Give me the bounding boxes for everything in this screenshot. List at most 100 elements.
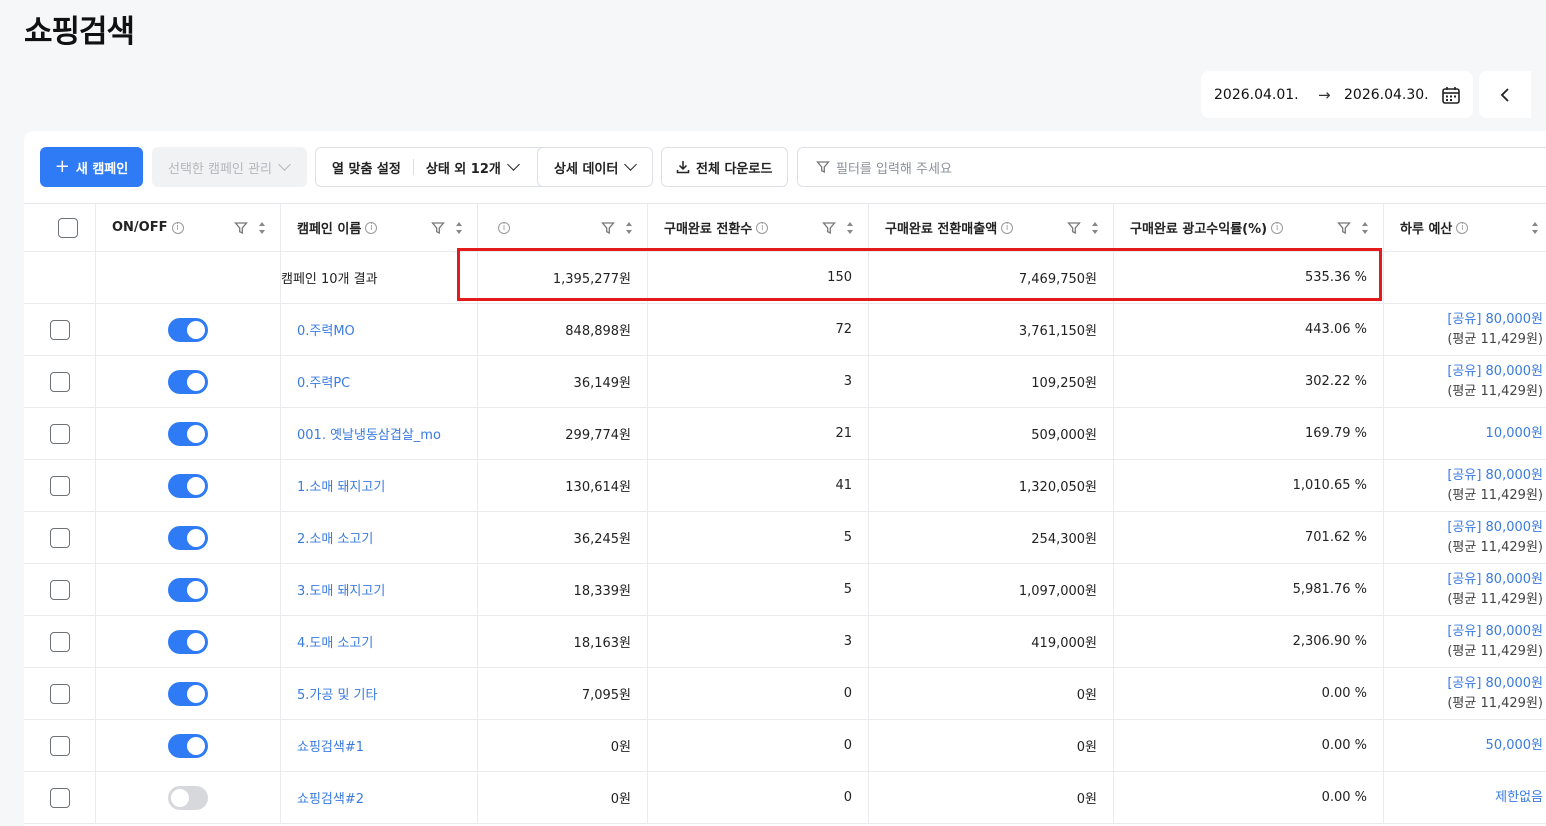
column-filter-icon[interactable] bbox=[1067, 221, 1081, 235]
date-range-picker[interactable]: 2026.04.01. → 2026.04.30. bbox=[1201, 71, 1473, 118]
row-budget-link[interactable]: [공유] 80,000원 bbox=[1447, 466, 1543, 486]
sort-icon[interactable] bbox=[846, 221, 854, 235]
campaign-name-link[interactable]: 1.소매 돼지고기 bbox=[297, 476, 385, 495]
row-checkbox[interactable] bbox=[49, 683, 70, 704]
sort-icon[interactable] bbox=[1361, 221, 1369, 235]
campaign-name-link[interactable]: 쇼핑검색#1 bbox=[297, 736, 364, 755]
row-budget-link[interactable]: 10,000원 bbox=[1486, 424, 1543, 444]
row-budget-link[interactable]: 50,000원 bbox=[1486, 736, 1543, 756]
row-name-cell: 0.주력PC bbox=[281, 356, 478, 407]
column-filter-icon[interactable] bbox=[1337, 221, 1351, 235]
info-icon[interactable]: i bbox=[1271, 221, 1284, 234]
row-checkbox[interactable] bbox=[49, 423, 70, 444]
campaign-name-link[interactable]: 쇼핑검색#2 bbox=[297, 788, 364, 807]
sort-icon[interactable] bbox=[625, 221, 633, 235]
sort-icon[interactable] bbox=[455, 221, 463, 235]
campaign-name-link[interactable]: 5.가공 및 기타 bbox=[297, 684, 377, 703]
campaign-panel: + 새 캠페인 선택한 캠페인 관리 열 맞춤 설정 상태 외 12개 상세 데이터… bbox=[24, 131, 1546, 826]
row-name-cell: 1.소매 돼지고기 bbox=[281, 460, 478, 511]
sort-icon[interactable] bbox=[1531, 221, 1539, 235]
row-checkbox[interactable] bbox=[49, 319, 70, 340]
download-all-button[interactable]: 전체 다운로드 bbox=[661, 147, 788, 187]
row-name-cell: 쇼핑검색#2 bbox=[281, 772, 478, 823]
row-checkbox[interactable] bbox=[49, 735, 70, 756]
column-filter-icon[interactable] bbox=[822, 221, 836, 235]
row-checkbox[interactable] bbox=[49, 475, 70, 496]
sort-icon[interactable] bbox=[1091, 221, 1099, 235]
campaign-toggle[interactable] bbox=[168, 525, 208, 550]
column-filter-icon[interactable] bbox=[234, 221, 248, 235]
row-budget-link[interactable]: [공유] 80,000원 bbox=[1447, 674, 1543, 694]
row-checkbox[interactable] bbox=[49, 371, 70, 392]
row-budget-link[interactable]: [공유] 80,000원 bbox=[1447, 310, 1543, 330]
sort-icon[interactable] bbox=[258, 221, 266, 235]
row-checkbox[interactable] bbox=[49, 527, 70, 548]
manage-selected-dropdown[interactable]: 선택한 캠페인 관리 bbox=[152, 147, 307, 187]
row-budget-link[interactable]: [공유] 80,000원 bbox=[1447, 362, 1543, 382]
info-icon[interactable]: i bbox=[756, 221, 769, 234]
filter-input[interactable]: 필터를 입력해 주세요 bbox=[797, 147, 1546, 187]
prev-period-button[interactable] bbox=[1479, 71, 1531, 118]
start-date[interactable]: 2026.04.01. bbox=[1214, 87, 1318, 103]
row-checkbox[interactable] bbox=[49, 787, 70, 808]
info-icon[interactable]: i bbox=[365, 221, 378, 234]
info-icon[interactable]: i bbox=[171, 221, 184, 234]
row-name-cell: 쇼핑검색#1 bbox=[281, 720, 478, 771]
header-cost[interactable]: i bbox=[478, 204, 648, 251]
campaign-toggle[interactable] bbox=[168, 785, 208, 810]
header-revenue[interactable]: 구매완료 전환매출액 i bbox=[869, 204, 1114, 251]
column-filter-icon[interactable] bbox=[431, 221, 445, 235]
header-name[interactable]: 캠페인 이름 i bbox=[281, 204, 478, 251]
select-all-checkbox[interactable] bbox=[57, 217, 78, 238]
campaign-toggle[interactable] bbox=[168, 369, 208, 394]
row-select-cell bbox=[24, 408, 96, 459]
row-roas-cell: 2,306.90 % bbox=[1114, 616, 1384, 667]
header-budget[interactable]: 하루 예산 i bbox=[1384, 204, 1546, 251]
row-name-cell: 3.도매 돼지고기 bbox=[281, 564, 478, 615]
campaign-name-link[interactable]: 3.도매 돼지고기 bbox=[297, 580, 385, 599]
row-budget-link[interactable]: [공유] 80,000원 bbox=[1447, 518, 1543, 538]
campaign-toggle[interactable] bbox=[168, 577, 208, 602]
campaign-name-link[interactable]: 4.도매 소고기 bbox=[297, 632, 373, 651]
row-onoff-cell bbox=[96, 772, 281, 823]
row-name-cell: 2.소매 소고기 bbox=[281, 512, 478, 563]
campaign-name-link[interactable]: 0.주력MO bbox=[297, 320, 355, 339]
row-onoff-cell bbox=[96, 668, 281, 719]
campaign-toggle[interactable] bbox=[168, 317, 208, 342]
column-settings-button[interactable]: 열 맞춤 설정 상태 외 12개 bbox=[315, 147, 553, 187]
row-budget-link[interactable]: [공유] 80,000원 bbox=[1447, 570, 1543, 590]
column-filter-icon[interactable] bbox=[601, 221, 615, 235]
row-budget-average: (평균 11,429원) bbox=[1447, 487, 1543, 503]
info-icon[interactable]: i bbox=[1456, 221, 1469, 234]
campaign-name-link[interactable]: 2.소매 소고기 bbox=[297, 528, 373, 547]
campaign-toggle[interactable] bbox=[168, 473, 208, 498]
header-conversions[interactable]: 구매완료 전환수 i bbox=[648, 204, 869, 251]
row-roas-cell: 0.00 % bbox=[1114, 772, 1384, 823]
campaign-toggle[interactable] bbox=[168, 733, 208, 758]
campaign-toggle[interactable] bbox=[168, 629, 208, 654]
row-cost-cell: 848,898원 bbox=[478, 304, 648, 355]
row-onoff-cell bbox=[96, 304, 281, 355]
row-checkbox[interactable] bbox=[49, 579, 70, 600]
campaign-toggle[interactable] bbox=[168, 681, 208, 706]
row-checkbox[interactable] bbox=[49, 631, 70, 652]
info-icon[interactable]: i bbox=[498, 221, 510, 234]
new-campaign-button[interactable]: + 새 캠페인 bbox=[40, 147, 143, 187]
calendar-icon[interactable] bbox=[1441, 85, 1461, 105]
header-select-cell bbox=[24, 204, 96, 251]
info-icon[interactable]: i bbox=[1001, 221, 1014, 234]
table-row: 1.소매 돼지고기 130,614원 41 1,320,050원 1,010.65 % [… bbox=[24, 460, 1546, 512]
row-budget-link[interactable]: [공유] 80,000원 bbox=[1447, 622, 1543, 642]
row-budget-average: (평균 11,429원) bbox=[1447, 643, 1543, 659]
row-roas-cell: 169.79 % bbox=[1114, 408, 1384, 459]
campaign-toggle[interactable] bbox=[168, 421, 208, 446]
header-onoff[interactable]: ON/OFF i bbox=[96, 204, 281, 251]
row-roas: 1,010.65 % bbox=[1292, 478, 1367, 493]
header-roas[interactable]: 구매완료 광고수익률(%) i bbox=[1114, 204, 1384, 251]
campaign-name-link[interactable]: 0.주력PC bbox=[297, 372, 350, 391]
end-date[interactable]: 2026.04.30. bbox=[1344, 87, 1441, 103]
detail-data-dropdown[interactable]: 상세 데이터 bbox=[537, 147, 653, 187]
row-budget-link[interactable]: 제한없음 bbox=[1495, 788, 1543, 808]
row-roas-cell: 0.00 % bbox=[1114, 720, 1384, 771]
campaign-name-link[interactable]: 001. 옛날냉동삼겹살_mo bbox=[297, 424, 441, 443]
